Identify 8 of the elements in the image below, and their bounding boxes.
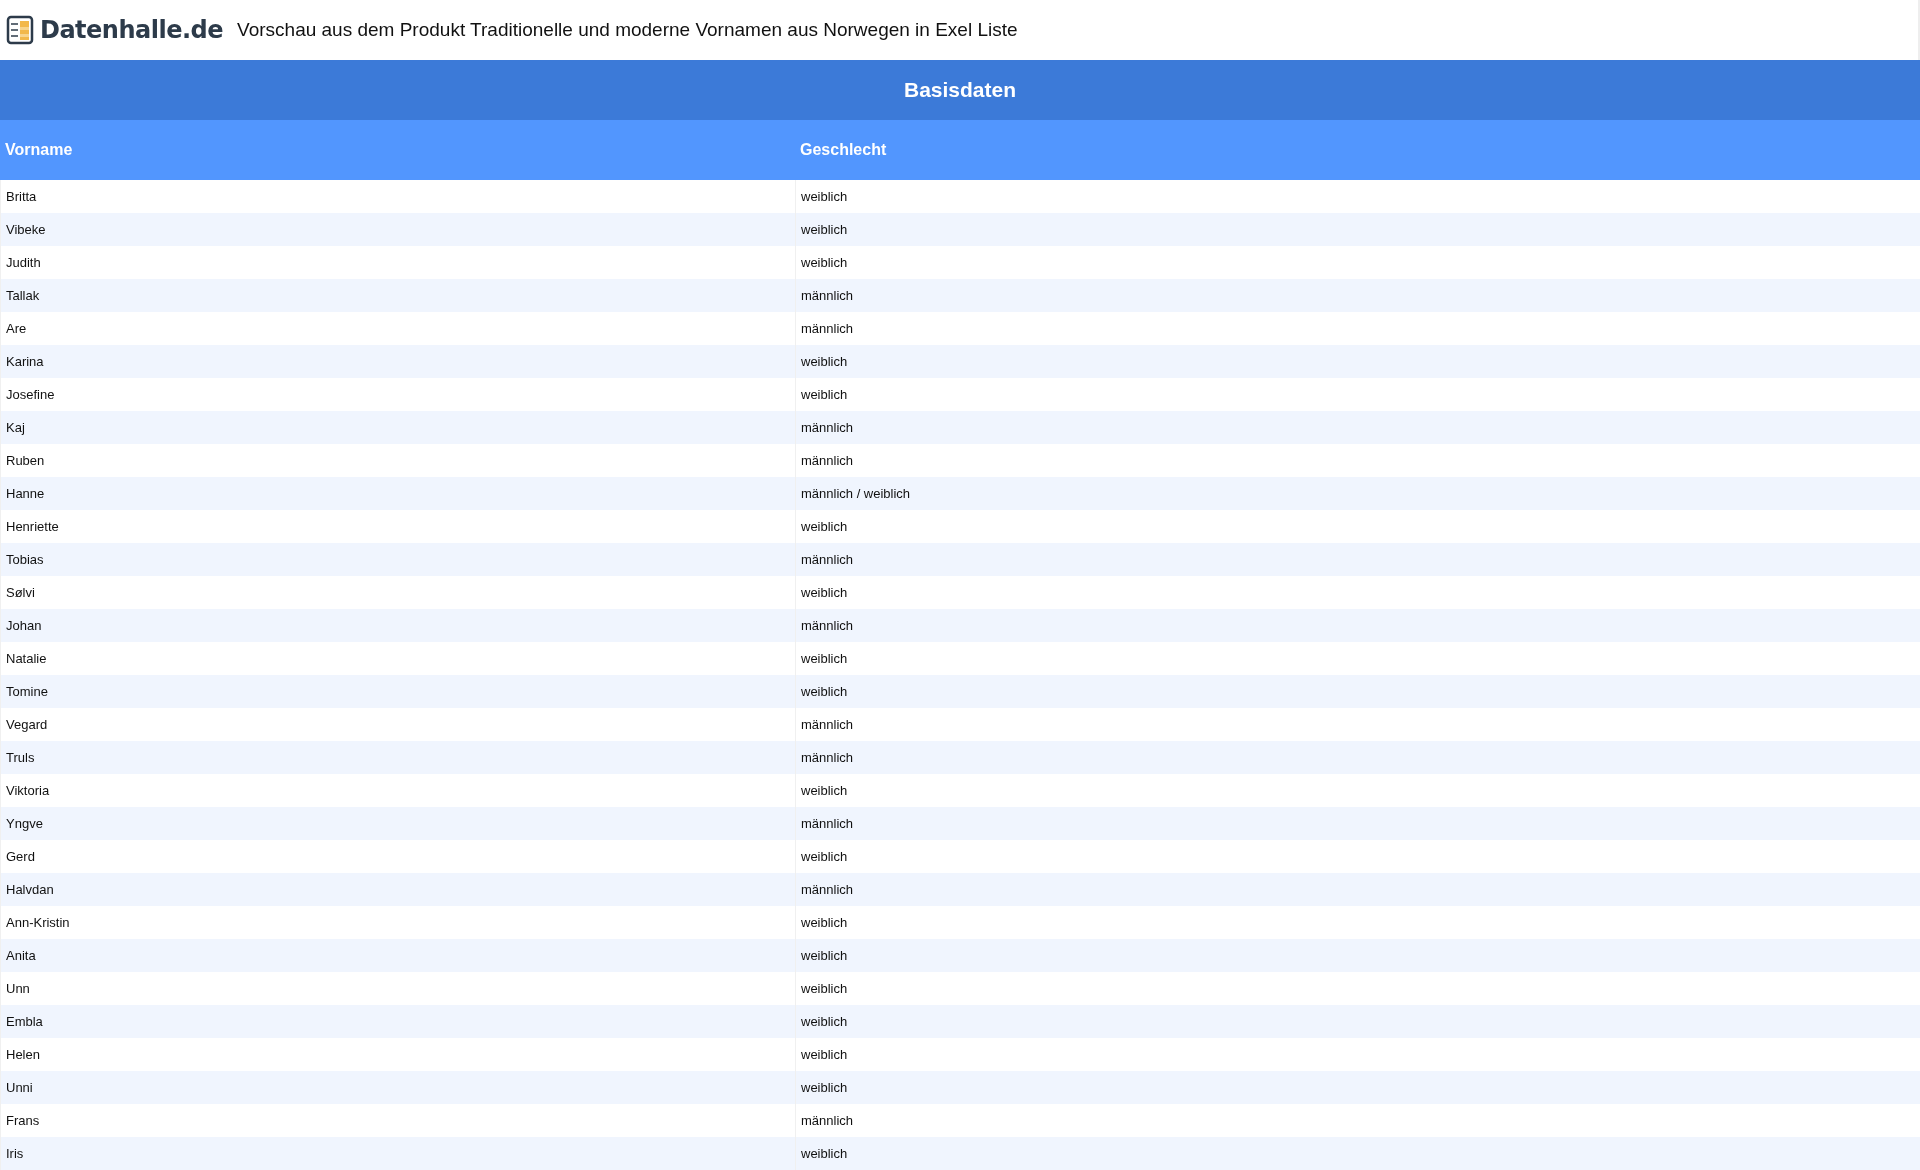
table-group-header: Basisdaten	[0, 60, 1920, 120]
column-header: Geschlecht	[799, 140, 888, 160]
server-rack-icon	[6, 14, 36, 46]
table-cell: Iris	[0, 1137, 795, 1170]
column-header: Vorname	[4, 140, 74, 160]
page-title: Vorschau aus dem Produkt Traditionelle und moderne Vornamen aus Norwegen in Exel Liste	[237, 19, 1018, 41]
table-cell: weiblich	[795, 1137, 1920, 1170]
logo[interactable]: Datenhalle.de	[6, 14, 224, 46]
